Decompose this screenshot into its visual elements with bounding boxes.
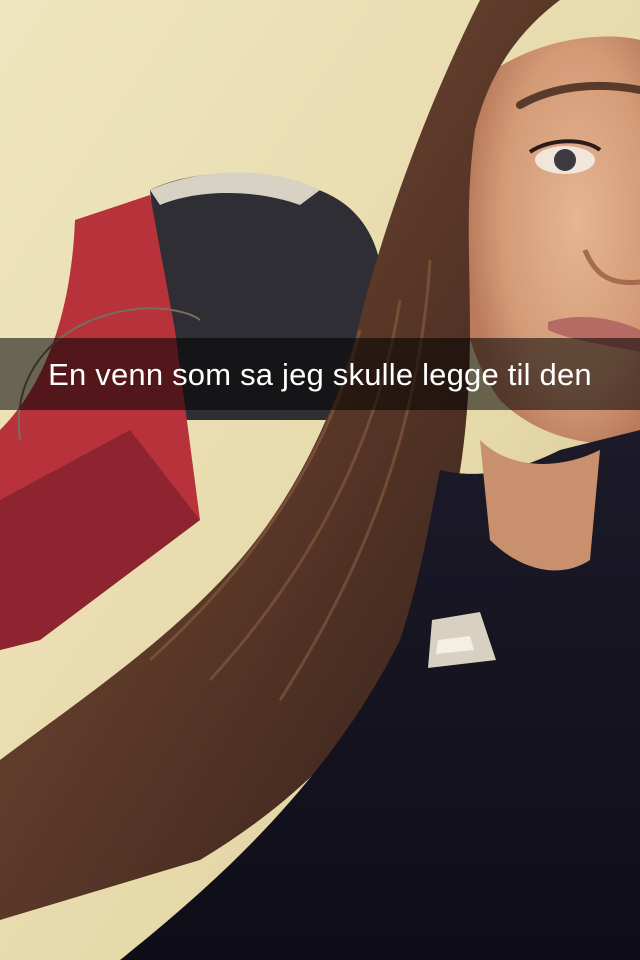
caption-text: En venn som sa jeg skulle legge til den — [48, 356, 592, 392]
selfie-photo — [0, 0, 640, 960]
caption-bar: En venn som sa jeg skulle legge til den — [0, 338, 640, 410]
iris — [554, 149, 576, 171]
